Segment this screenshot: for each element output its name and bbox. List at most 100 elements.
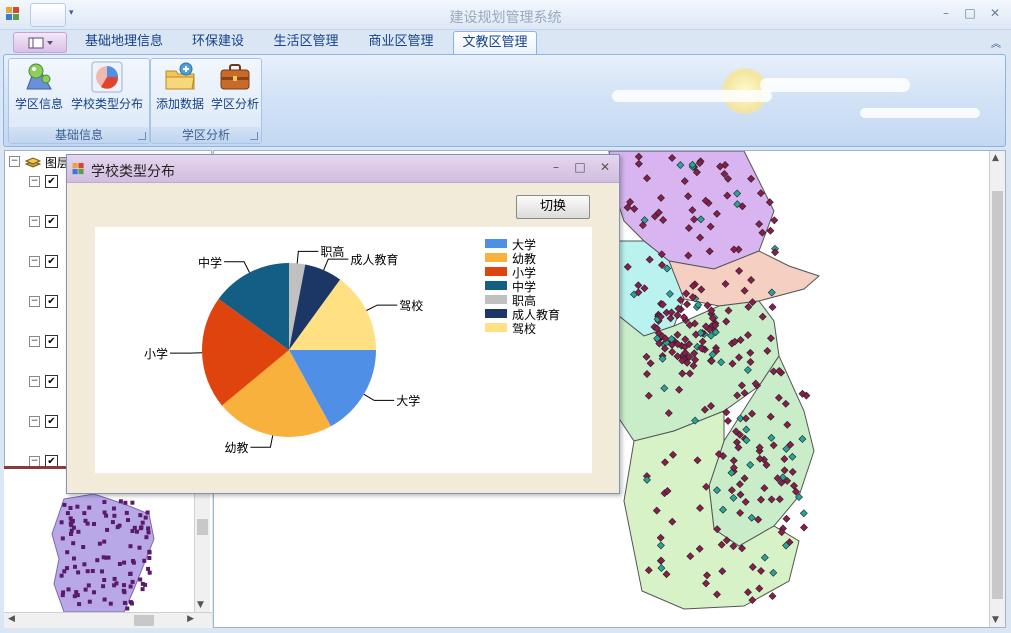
school-type-distribution-button[interactable]: 学校类型分布 (69, 61, 145, 121)
legend-item-2: 小学 (485, 265, 585, 280)
overview-point (112, 576, 117, 581)
pie-leader-line-1 (250, 435, 274, 448)
tree-collapse-icon[interactable]: − (29, 416, 40, 427)
tree-collapse-icon[interactable]: − (29, 376, 40, 387)
application-menu-button[interactable] (13, 32, 67, 53)
overview-point (128, 584, 133, 589)
overview-point (110, 520, 115, 525)
pie-data-label-0: 大学 (396, 394, 421, 409)
dialog-titlebar[interactable]: 学校类型分布 – □ ✕ (67, 155, 619, 183)
scroll-down-icon[interactable]: ▼ (992, 615, 999, 625)
overview-point (102, 500, 107, 504)
tree-collapse-icon[interactable]: − (29, 296, 40, 307)
dialog-close-button[interactable]: ✕ (596, 160, 614, 176)
scroll-thumb[interactable] (197, 519, 208, 535)
pie-data-label-6: 驾校 (399, 299, 424, 314)
ribbon-collapse-icon[interactable]: ︽ (991, 35, 1001, 50)
map-vertical-scrollbar[interactable]: ▲ ▼ (989, 151, 1005, 627)
overview-point (95, 558, 100, 563)
overview-point (144, 535, 149, 540)
overview-point (137, 545, 142, 550)
legend-item-0: 大学 (485, 237, 585, 252)
overview-horizontal-scrollbar[interactable]: ◀ ▶ (4, 612, 212, 628)
overview-point (66, 587, 71, 592)
overview-point (77, 602, 82, 607)
window-titlebar: ▾ 建设规划管理系统 – □ ✕ (0, 0, 1011, 30)
school-district-info-label: 学区信息 (14, 97, 63, 111)
scroll-right-icon[interactable]: ▶ (187, 614, 194, 624)
pie-data-label-2: 小学 (144, 347, 169, 362)
tab-basic-geo[interactable]: 基础地理信息 (80, 31, 168, 55)
tab-education-area[interactable]: 文教区管理 (453, 31, 537, 55)
overview-point (118, 499, 123, 504)
tree-collapse-icon[interactable]: − (29, 336, 40, 347)
tab-living-area[interactable]: 生活区管理 (268, 31, 344, 55)
overview-point (71, 541, 76, 546)
overview-point (61, 590, 66, 595)
layer-visibility-checkbox[interactable]: ✔ (45, 335, 58, 348)
scroll-left-icon[interactable]: ◀ (8, 614, 15, 624)
overview-point (86, 583, 91, 588)
scroll-thumb[interactable] (992, 191, 1003, 599)
overview-point (81, 545, 86, 549)
overview-point (102, 578, 107, 582)
tree-collapse-icon[interactable]: − (29, 256, 40, 267)
minimize-button[interactable]: – (936, 6, 956, 22)
add-data-label: 添加数据 (155, 97, 204, 111)
pie-leader-line-0 (363, 393, 395, 401)
overview-point (123, 500, 128, 505)
layer-visibility-checkbox[interactable]: ✔ (45, 255, 58, 268)
pie-leader-line-5 (323, 258, 349, 271)
dialog-minimize-button[interactable]: – (547, 160, 565, 176)
dialog-title: 学校类型分布 (91, 164, 175, 180)
layer-visibility-checkbox[interactable]: ✔ (45, 295, 58, 308)
legend-swatch-3 (485, 281, 507, 290)
layer-visibility-checkbox[interactable]: ✔ (45, 215, 58, 228)
overview-point (69, 523, 74, 528)
overview-point (112, 506, 116, 511)
tab-commercial-area[interactable]: 商业区管理 (362, 31, 440, 55)
tree-collapse-icon[interactable]: − (9, 156, 20, 167)
legend-item-4: 职高 (485, 293, 585, 308)
add-data-button[interactable]: 添加数据 (153, 61, 207, 121)
school-district-info-button[interactable]: 学区信息 (11, 61, 67, 121)
overview-point (125, 606, 130, 611)
overview-point (87, 505, 92, 510)
tree-collapse-icon[interactable]: − (29, 216, 40, 227)
layer-visibility-checkbox[interactable]: ✔ (45, 415, 58, 428)
overview-point (135, 529, 139, 534)
overview-point (68, 506, 73, 510)
legend-item-1: 幼教 (485, 251, 585, 266)
scroll-down-icon[interactable]: ▼ (197, 600, 204, 610)
overview-point (112, 513, 117, 518)
ribbon-group-district-analysis: 添加数据 学区分析 学区分析 (150, 58, 262, 144)
dialog-maximize-button[interactable]: □ (571, 160, 589, 176)
maximize-button[interactable]: □ (960, 6, 980, 22)
switch-button[interactable]: 切换 (516, 195, 590, 219)
overview-point (82, 562, 87, 567)
tab-environment[interactable]: 环保建设 (180, 31, 256, 55)
overview-point (73, 564, 77, 569)
map-point (800, 523, 808, 532)
pie-chart-icon (91, 61, 123, 93)
tree-collapse-icon[interactable]: − (29, 176, 40, 187)
legend-swatch-6 (485, 323, 507, 332)
close-button[interactable]: ✕ (985, 6, 1005, 22)
scroll-thumb[interactable] (134, 615, 154, 626)
cloud-decoration (860, 108, 980, 118)
overview-point (92, 590, 96, 595)
legend-swatch-5 (485, 309, 507, 318)
layer-visibility-checkbox[interactable]: ✔ (45, 175, 58, 188)
overview-point (147, 556, 152, 560)
overview-point (72, 556, 76, 561)
layer-visibility-checkbox[interactable]: ✔ (45, 375, 58, 388)
group-launcher-icon[interactable] (250, 132, 258, 140)
pie-leader-line-4 (296, 250, 319, 264)
group-launcher-icon[interactable] (138, 132, 146, 140)
cloud-decoration (760, 78, 910, 92)
overview-point (146, 526, 151, 531)
scroll-up-icon[interactable]: ▲ (992, 153, 999, 163)
district-analysis-button[interactable]: 学区分析 (209, 61, 261, 121)
group-label-basic-info: 基础信息 (9, 127, 149, 143)
overview-point (124, 510, 129, 515)
